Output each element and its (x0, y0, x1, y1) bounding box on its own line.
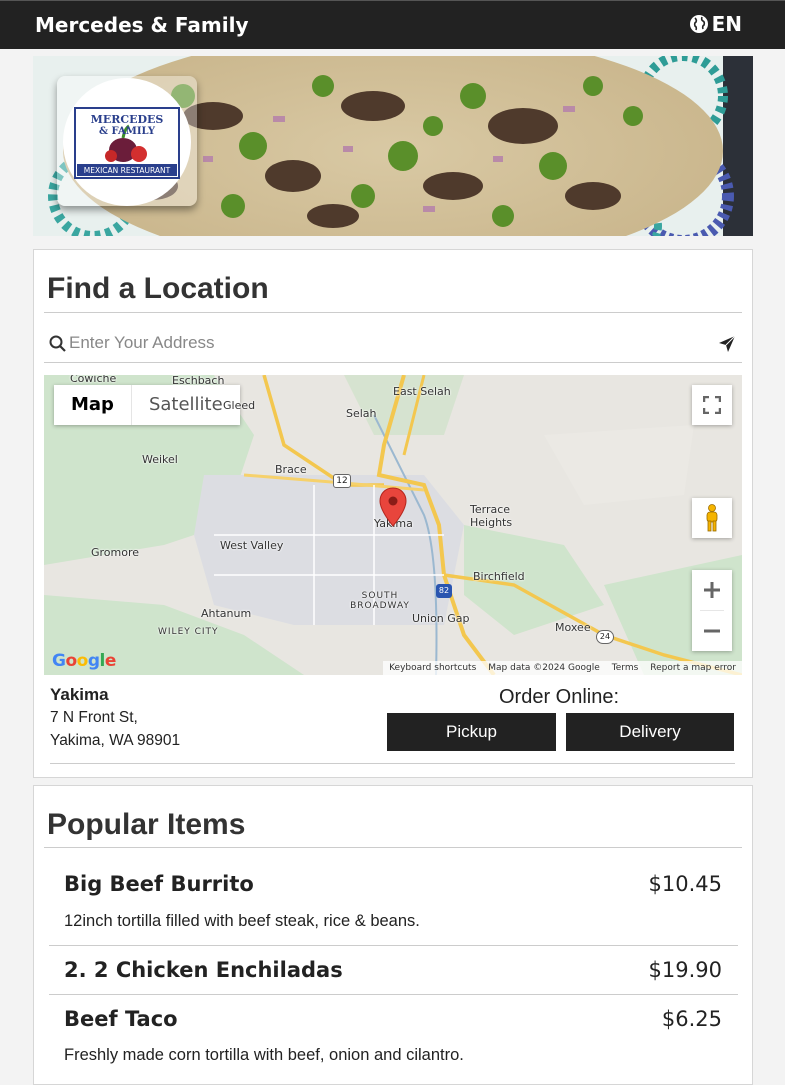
map-label: Eschbach (172, 375, 225, 387)
menu-item-price: $19.90 (648, 958, 722, 982)
map-label: Gleed (223, 399, 256, 412)
map-footer: Keyboard shortcuts Map data ©2024 Google… (383, 661, 742, 675)
restaurant-logo[interactable]: MERCEDES & FAMILY MEXICAN RESTAURANT (63, 78, 191, 206)
language-selector[interactable]: EN (689, 12, 742, 36)
google-logo[interactable]: Google (52, 651, 116, 671)
map-label: West Valley (220, 539, 284, 552)
zoom-in-button[interactable] (692, 570, 732, 610)
map-label: Terrace Heights (470, 503, 513, 529)
menu-item-name: Big Beef Burrito (64, 872, 254, 896)
location-city: Yakima, WA 98901 (50, 732, 181, 749)
map-label: Weikel (142, 453, 178, 466)
map-label: Birchfield (473, 570, 525, 583)
plus-icon (704, 582, 720, 598)
highway-shield: 82 (436, 584, 452, 598)
menu-item[interactable]: 2. 2 Chicken Enchiladas $19.90 (49, 946, 738, 994)
brand-title[interactable]: Mercedes & Family (35, 13, 248, 37)
fullscreen-button[interactable] (692, 385, 732, 425)
search-icon (49, 335, 66, 352)
minus-icon (704, 629, 720, 633)
report-error-link[interactable]: Report a map error (650, 661, 736, 675)
map-type-control: Map Satellite (54, 385, 240, 425)
fullscreen-icon (703, 396, 721, 414)
menu-item-description: 12inch tortilla filled with beef steak, … (64, 912, 420, 930)
address-search (44, 325, 742, 363)
highway-shield: 24 (596, 630, 614, 644)
map-label: East Selah (393, 385, 451, 398)
order-online-label: Order Online: (499, 686, 620, 708)
map-label: WILEY CITY (158, 627, 219, 637)
location-street: 7 N Front St, (50, 709, 138, 726)
divider (44, 312, 742, 313)
logo-line2: & FAMILY (99, 126, 156, 137)
menu-item-name: Beef Taco (64, 1007, 178, 1031)
zoom-control (692, 570, 732, 651)
address-input[interactable] (69, 331, 709, 355)
keyboard-shortcuts-link[interactable]: Keyboard shortcuts (389, 661, 476, 675)
globe-icon (689, 15, 708, 33)
locate-me-icon[interactable] (718, 335, 736, 353)
delivery-button[interactable]: Delivery (566, 713, 734, 751)
map-label: SOUTH BROADWAY (350, 591, 410, 611)
location-pin-icon[interactable] (379, 487, 407, 527)
map-label: Ahtanum (201, 607, 252, 620)
menu-item-price: $6.25 (661, 1007, 722, 1031)
menu-item[interactable]: Beef Taco $6.25 Freshly made corn tortil… (49, 995, 738, 1085)
map-label: Gromore (91, 546, 140, 559)
popular-items-panel: Popular Items Big Beef Burrito $10.45 12… (33, 785, 753, 1085)
menu-item-price: $10.45 (648, 872, 722, 896)
find-location-panel: Find a Location Enter Your Address Map S… (33, 249, 753, 778)
map-label: Moxee (555, 621, 591, 634)
zoom-out-button[interactable] (692, 611, 732, 651)
location-name[interactable]: Yakima (50, 685, 109, 705)
find-location-title: Find a Location (47, 272, 269, 305)
menu-item-name: 2. 2 Chicken Enchiladas (64, 958, 343, 982)
popular-items-title: Popular Items (47, 808, 246, 841)
logo-line3: MEXICAN RESTAURANT (84, 166, 171, 175)
menu-item-description: Freshly made corn tortilla with beef, on… (64, 1046, 464, 1064)
divider (50, 763, 735, 764)
menu-item[interactable]: Big Beef Burrito $10.45 12inch tortilla … (49, 862, 738, 945)
divider (44, 847, 742, 848)
pegman-icon (706, 504, 718, 532)
street-view-button[interactable] (692, 498, 732, 538)
map-label: Union Gap (412, 612, 470, 625)
location-map[interactable]: Map Satellite Cowiche Eschbach Gleed Eas… (44, 375, 742, 675)
logo-image: MERCEDES & FAMILY MEXICAN RESTAURANT (74, 107, 180, 179)
top-navbar: Mercedes & Family EN (0, 0, 785, 49)
logo-line1: MERCEDES (91, 113, 164, 126)
map-type-map[interactable]: Map (54, 385, 131, 425)
map-label: Selah (346, 407, 377, 420)
language-label: EN (711, 12, 742, 36)
map-label: Cowiche (70, 375, 117, 385)
map-label: Brace (275, 463, 307, 476)
pickup-button[interactable]: Pickup (387, 713, 556, 751)
terms-link[interactable]: Terms (612, 661, 639, 675)
highway-shield: 12 (333, 474, 351, 488)
map-data-attribution: Map data ©2024 Google (488, 663, 600, 673)
